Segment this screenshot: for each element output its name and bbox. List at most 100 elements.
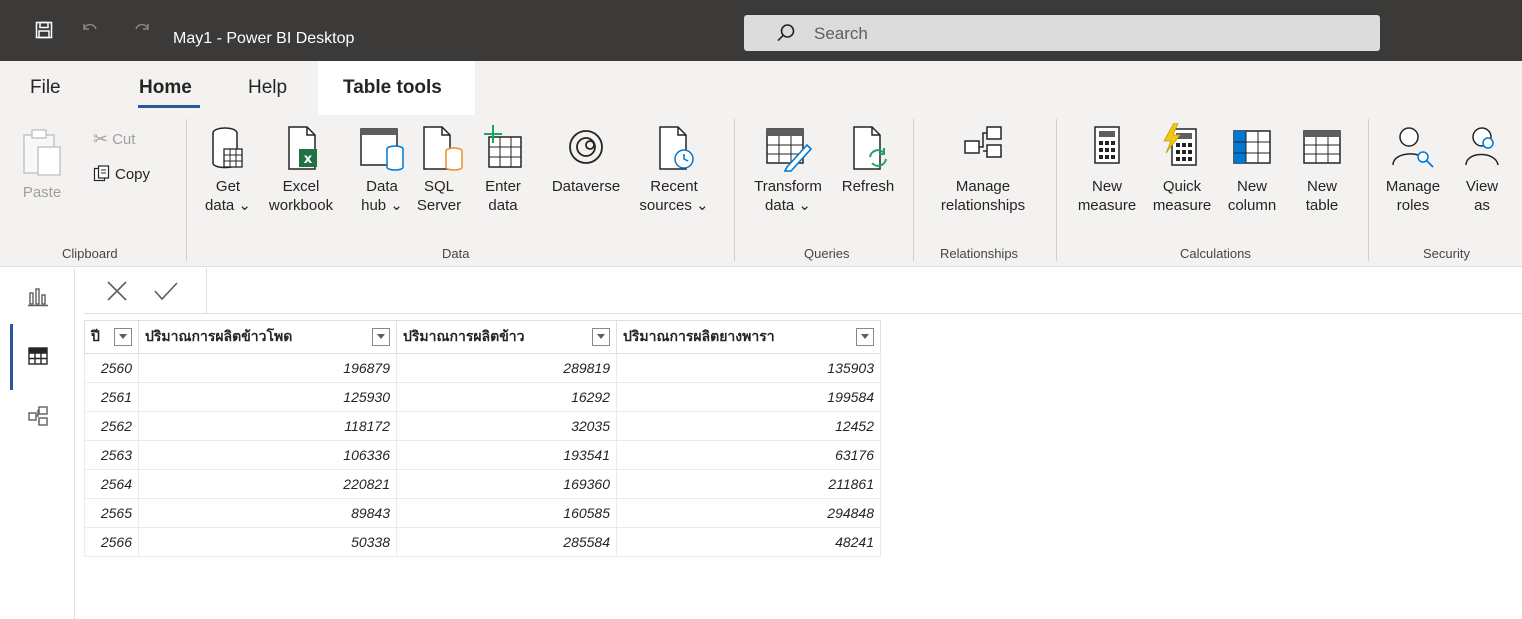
tab-file[interactable]: File (30, 77, 61, 99)
title-bar: May1 - Power BI Desktop Search (0, 0, 1522, 61)
column-header-rice[interactable]: ปริมาณการผลิตข้าว (396, 320, 617, 354)
table-row: 2561 125930 16292 199584 (84, 382, 881, 412)
excel-icon: x (288, 126, 317, 170)
formula-bar (84, 268, 1522, 314)
table-view-icon[interactable] (24, 342, 52, 370)
database-icon (212, 127, 243, 169)
new-table-button[interactable]: New table (1292, 123, 1352, 215)
sql-server-icon (423, 126, 463, 171)
table-cell[interactable]: 199584 (616, 382, 881, 412)
table-cell[interactable]: 89843 (138, 498, 397, 528)
check-icon[interactable] (152, 278, 180, 309)
table-cell[interactable]: 2560 (84, 353, 139, 383)
new-column-button[interactable]: New column (1222, 123, 1282, 215)
chevron-down-icon: ⌄ (691, 197, 709, 214)
table-cell[interactable]: 285584 (396, 527, 617, 557)
view-as-icon (1465, 127, 1499, 166)
manage-roles-button[interactable]: Manage roles (1380, 123, 1446, 215)
chevron-down-icon[interactable] (114, 328, 132, 346)
table-cell[interactable]: 294848 (616, 498, 881, 528)
table-cell[interactable]: 289819 (396, 353, 617, 383)
table-cell[interactable]: 196879 (138, 353, 397, 383)
ribbon-separator (734, 119, 735, 261)
column-header-corn[interactable]: ปริมาณการผลิตข้าวโพด (138, 320, 397, 354)
table-cell[interactable]: 220821 (138, 469, 397, 499)
group-label-calculations: Calculations (1180, 246, 1251, 261)
close-icon[interactable] (104, 278, 130, 309)
enter-data-icon (484, 125, 522, 168)
new-column-icon (1233, 130, 1271, 164)
copy-icon (93, 165, 110, 182)
sql-server-button[interactable]: SQL Server (416, 123, 463, 215)
manage-roles-icon (1392, 127, 1434, 168)
enter-data-button[interactable]: Enter data (478, 123, 528, 215)
ribbon-separator (913, 119, 914, 261)
transform-data-button[interactable]: Transform data ⌄ (746, 123, 830, 215)
dataverse-button[interactable]: Dataverse (543, 123, 629, 196)
recent-sources-button[interactable]: Recent sources ⌄ (636, 123, 712, 215)
undo-icon[interactable] (76, 16, 104, 44)
table-cell[interactable]: 193541 (396, 440, 617, 470)
window-title: May1 - Power BI Desktop (173, 30, 355, 47)
save-icon[interactable] (30, 16, 58, 44)
table-cell[interactable]: 2562 (84, 411, 139, 441)
chevron-down-icon[interactable] (856, 328, 874, 346)
chevron-down-icon: ⌄ (386, 197, 403, 214)
chevron-down-icon[interactable] (592, 328, 610, 346)
chevron-down-icon[interactable] (372, 328, 390, 346)
view-as-button[interactable]: View as (1452, 123, 1512, 215)
formula-bar-divider (206, 268, 207, 314)
quick-measure-button[interactable]: Quick measure (1144, 123, 1220, 215)
redo-icon[interactable] (128, 16, 156, 44)
new-measure-button[interactable]: New measure (1074, 123, 1140, 215)
table-cell[interactable]: 48241 (616, 527, 881, 557)
model-view-icon[interactable] (24, 402, 52, 430)
table-cell[interactable]: 118172 (138, 411, 397, 441)
table-cell[interactable]: 12452 (616, 411, 881, 441)
table-cell[interactable]: 2563 (84, 440, 139, 470)
report-view-icon[interactable] (24, 282, 52, 310)
column-header-rubber[interactable]: ปริมาณการผลิตยางพารา (616, 320, 881, 354)
refresh-icon (853, 126, 887, 170)
table-cell[interactable]: 2561 (84, 382, 139, 412)
manage-relationships-button[interactable]: Manage relationships (924, 123, 1042, 215)
table-cell[interactable]: 63176 (616, 440, 881, 470)
tab-home[interactable]: Home (139, 77, 192, 99)
search-box[interactable]: Search (744, 15, 1380, 51)
column-header-year[interactable]: ปี (84, 320, 139, 354)
table-cell[interactable]: 2565 (84, 498, 139, 528)
data-hub-button[interactable]: Data hub ⌄ (352, 123, 412, 215)
table-cell[interactable]: 16292 (396, 382, 617, 412)
table-cell[interactable]: 2566 (84, 527, 139, 557)
ribbon-separator (1368, 119, 1369, 261)
group-label-security: Security (1423, 246, 1470, 261)
table-cell[interactable]: 32035 (396, 411, 617, 441)
table-cell[interactable]: 106336 (138, 440, 397, 470)
excel-workbook-button[interactable]: x Excel workbook (263, 123, 339, 215)
paste-button[interactable]: Paste (20, 127, 64, 202)
search-label: Search (814, 24, 868, 43)
table-cell[interactable]: 2564 (84, 469, 139, 499)
table-cell[interactable]: 160585 (396, 498, 617, 528)
cut-button[interactable]: ✂ Cut (93, 129, 135, 150)
table-row: 2566 50338 285584 48241 (84, 527, 881, 557)
copy-button[interactable]: Copy (93, 165, 150, 183)
table-cell[interactable]: 135903 (616, 353, 881, 383)
refresh-button[interactable]: Refresh (834, 123, 902, 196)
table-cell[interactable]: 169360 (396, 469, 617, 499)
table-cell[interactable]: 50338 (138, 527, 397, 557)
tab-table-tools[interactable]: Table tools (343, 77, 442, 99)
table-row: 2562 118172 32035 12452 (84, 411, 881, 441)
data-table: ปี ปริมาณการผลิตข้าวโพด ปริมาณการผลิตข้า… (84, 320, 881, 557)
group-label-relationships: Relationships (940, 246, 1019, 261)
table-row: 2565 89843 160585 294848 (84, 498, 881, 528)
view-rail (0, 268, 75, 619)
get-data-button[interactable]: Get data ⌄ (198, 123, 258, 215)
calculator-icon (1094, 126, 1120, 164)
tab-help[interactable]: Help (248, 77, 287, 99)
group-label-queries: Queries (804, 246, 850, 261)
ribbon-separator (1056, 119, 1057, 261)
relationships-icon (964, 126, 1002, 158)
table-cell[interactable]: 211861 (616, 469, 881, 499)
table-cell[interactable]: 125930 (138, 382, 397, 412)
